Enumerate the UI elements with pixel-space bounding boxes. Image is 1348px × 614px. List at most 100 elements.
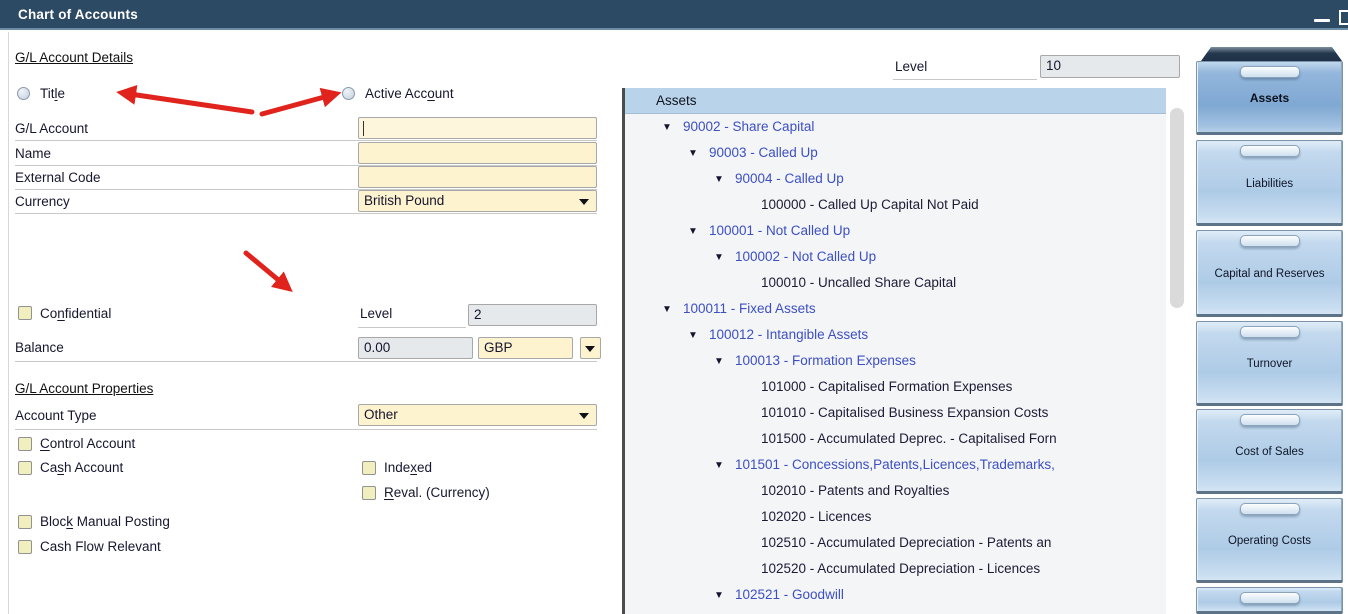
name-label: Name [15,146,51,161]
drawer-capital-and-reserves[interactable]: Capital and Reserves [1196,230,1343,317]
balance-currency-dropdown-button[interactable] [580,337,601,359]
drawer-operating-costs[interactable]: Operating Costs [1196,498,1343,583]
tree-item[interactable]: 101500 - Accumulated Deprec. - Capitalis… [625,426,1166,452]
drawer-handle [1240,414,1300,426]
tree-level-field: 10 [1040,55,1180,78]
tree-item[interactable]: ▼100011 - Fixed Assets [625,296,1166,322]
tree-item[interactable]: 101010 - Capitalised Business Expansion … [625,400,1166,426]
tree-item[interactable]: ▼102521 - Goodwill [625,582,1166,608]
currency-label: Currency [15,194,70,209]
reval-currency-label: Reval. (Currency) [384,485,490,500]
tree-item[interactable]: ▼100001 - Not Called Up [625,218,1166,244]
drawer-label: Capital and Reserves [1197,268,1342,280]
external-code-label: External Code [15,170,101,185]
annotation-arrow-title [130,94,252,112]
drawer-cost-of-sales[interactable]: Cost of Sales [1196,409,1343,494]
title-bar: Chart of Accounts [0,0,1348,30]
account-type-dropdown[interactable]: Other [358,404,597,426]
tree-item[interactable]: ▼101501 - Concessions,Patents,Licences,T… [625,452,1166,478]
chevron-down-icon [585,346,595,352]
reval-currency-checkbox[interactable] [362,486,376,500]
text-caret [363,121,364,136]
tree-item-label: 102010 - Patents and Royalties [761,483,949,498]
divider [358,327,466,328]
cash-flow-relevant-checkbox[interactable] [18,540,32,554]
tree-item[interactable]: 102510 - Accumulated Depreciation - Pate… [625,530,1166,556]
tree-expand-arrow[interactable]: ▼ [688,323,709,349]
drawer-handle [1240,592,1300,604]
tree-expand-arrow[interactable]: ▼ [662,115,683,141]
drawer-label: Operating Costs [1197,535,1342,547]
tree-item-label: 90003 - Called Up [709,145,818,160]
balance-field: 0.00 [358,337,473,359]
annotation-arrow-active-account [262,96,328,114]
tree-item-label: 101000 - Capitalised Formation Expenses [761,379,1012,394]
tree-expand-arrow[interactable]: ▼ [714,453,735,479]
drawer-handle [1240,326,1300,338]
tree-item[interactable]: 102520 - Accumulated Depreciation - Lice… [625,556,1166,582]
balance-label: Balance [15,340,64,355]
drawer-partial[interactable] [1196,587,1343,614]
control-account-checkbox[interactable] [18,437,32,451]
tree-item-label: 102521 - Goodwill [735,587,844,602]
gl-account-input[interactable] [358,117,597,139]
tree-expand-arrow[interactable]: ▼ [714,583,735,609]
tree-item-label: 102510 - Accumulated Depreciation - Pate… [761,535,1051,550]
active-account-radio-label: Active Account [365,86,454,101]
maximize-icon[interactable] [1339,10,1348,25]
active-account-radio[interactable] [342,87,355,100]
tree-item[interactable]: 100000 - Called Up Capital Not Paid [625,192,1166,218]
tree-item[interactable]: ▼100002 - Not Called Up [625,244,1166,270]
tree-scrollbar-thumb[interactable] [1170,108,1184,308]
window-title: Chart of Accounts [18,7,138,22]
tree-expand-arrow[interactable]: ▼ [714,349,735,375]
tree-item[interactable]: 102010 - Patents and Royalties [625,478,1166,504]
minimize-icon[interactable] [1314,19,1330,22]
cabinet-top [1201,47,1342,61]
title-radio[interactable] [17,87,30,100]
tree-item[interactable]: ▼100013 - Formation Expenses [625,348,1166,374]
chevron-down-icon [579,413,589,419]
drawer-handle [1240,235,1300,247]
balance-currency-field[interactable]: GBP [478,337,573,359]
tree-item[interactable]: 100010 - Uncalled Share Capital [625,270,1166,296]
tree-item-label: 101010 - Capitalised Business Expansion … [761,405,1048,420]
tree-expand-arrow[interactable]: ▼ [688,141,709,167]
block-manual-posting-label: Block Manual Posting [40,514,170,529]
tree-item[interactable]: 101000 - Capitalised Formation Expenses [625,374,1166,400]
tree-item-label: 90004 - Called Up [735,171,844,186]
tree-expand-arrow[interactable]: ▼ [714,167,735,193]
cash-account-checkbox[interactable] [18,461,32,475]
tree-item-label: 100001 - Not Called Up [709,223,850,238]
tree-item-label: 100011 - Fixed Assets [683,301,816,316]
divider [15,140,597,141]
confidential-checkbox[interactable] [18,306,32,320]
name-input[interactable] [358,142,597,164]
tree-item[interactable]: ▼90003 - Called Up [625,140,1166,166]
drawer-label: Turnover [1197,358,1342,370]
external-code-input[interactable] [358,166,597,188]
tree-item[interactable]: ▼100012 - Intangible Assets [625,322,1166,348]
account-type-label: Account Type [15,408,97,423]
tree-expand-arrow[interactable]: ▼ [714,245,735,271]
cash-flow-relevant-label: Cash Flow Relevant [40,539,161,554]
tree-item[interactable]: ▼90002 - Share Capital [625,114,1166,140]
tree-item-label: 102520 - Accumulated Depreciation - Lice… [761,561,1040,576]
tree-expand-arrow[interactable]: ▼ [662,297,683,323]
drawer-turnover[interactable]: Turnover [1196,321,1343,406]
tree-item-label: 100000 - Called Up Capital Not Paid [761,197,979,212]
indexed-checkbox[interactable] [362,461,376,475]
block-manual-posting-checkbox[interactable] [18,515,32,529]
divider [15,429,597,430]
drawer-handle [1240,503,1300,515]
currency-dropdown[interactable]: British Pound [358,190,597,212]
section-gl-account-details: G/L Account Details [15,50,133,65]
tree-item[interactable]: ▼90004 - Called Up [625,166,1166,192]
drawer-liabilities[interactable]: Liabilities [1196,140,1343,226]
drawer-assets[interactable]: Assets [1196,61,1343,135]
tree-expand-arrow[interactable]: ▼ [688,219,709,245]
divider [15,361,597,362]
tree-item[interactable]: 102020 - Licences [625,504,1166,530]
drawer-label: Liabilities [1197,178,1342,190]
annotation-arrow-level [246,253,282,283]
